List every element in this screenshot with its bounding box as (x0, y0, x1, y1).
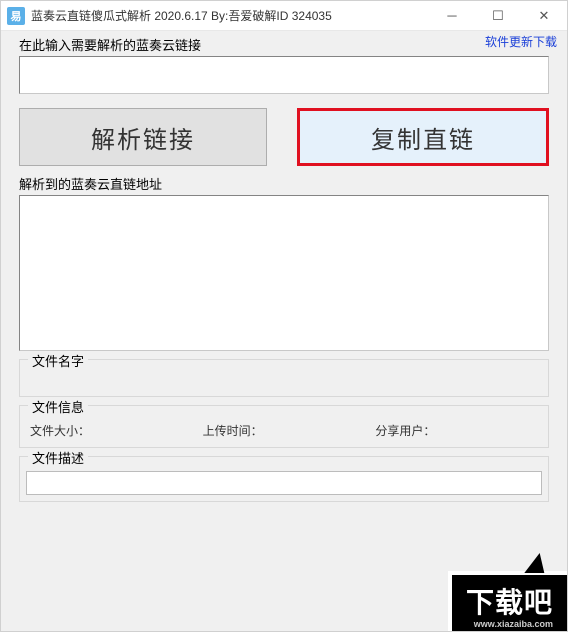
app-icon: 易 (7, 7, 25, 25)
maximize-button[interactable]: ☐ (475, 1, 521, 30)
watermark-arrow-icon (524, 553, 549, 573)
fileinfo-row: 文件大小： 上传时间： 分享用户： (30, 422, 538, 439)
input-url-box (19, 56, 549, 94)
button-row: 解析链接 复制直链 (19, 108, 549, 166)
watermark-text: 下载吧 (466, 587, 553, 618)
share-user-label: 分享用户： (375, 424, 435, 438)
client-area: 软件更新下载 在此输入需要解析的蓝奏云链接 解析链接 复制直链 解析到的蓝奏云直… (1, 31, 567, 631)
file-size: 文件大小： (30, 422, 193, 439)
filedesc-box (26, 471, 542, 495)
copy-button[interactable]: 复制直链 (297, 108, 549, 166)
filedesc-group-title: 文件描述 (28, 448, 88, 467)
close-button[interactable]: ✕ (521, 1, 567, 30)
result-addr-box (19, 195, 549, 351)
update-link[interactable]: 软件更新下载 (485, 33, 557, 50)
upload-time-label: 上传时间： (203, 424, 263, 438)
file-size-label: 文件大小： (30, 424, 90, 438)
share-user: 分享用户： (375, 422, 538, 439)
parse-button[interactable]: 解析链接 (19, 108, 267, 166)
watermark: 下载吧 www.xiazaiba.com (448, 571, 567, 631)
window-controls: ─ ☐ ✕ (429, 1, 567, 30)
window-title: 蓝奏云直链傻瓜式解析 2020.6.17 By:吾爱破解ID 324035 (31, 7, 429, 24)
fileinfo-group: 文件信息 文件大小： 上传时间： 分享用户： (19, 405, 549, 448)
filename-group: 文件名字 (19, 359, 549, 397)
result-addr-label: 解析到的蓝奏云直链地址 (19, 174, 567, 193)
filedesc-group: 文件描述 (19, 456, 549, 502)
result-addr-field[interactable] (20, 196, 548, 350)
filedesc-field[interactable] (27, 472, 541, 494)
filename-group-title: 文件名字 (28, 351, 88, 370)
titlebar: 易 蓝奏云直链傻瓜式解析 2020.6.17 By:吾爱破解ID 324035 … (1, 1, 567, 31)
fileinfo-group-title: 文件信息 (28, 397, 88, 416)
watermark-box: 下载吧 www.xiazaiba.com (448, 571, 567, 631)
watermark-url: www.xiazaiba.com (466, 619, 553, 629)
input-url-field[interactable] (20, 57, 548, 93)
app-window: 易 蓝奏云直链傻瓜式解析 2020.6.17 By:吾爱破解ID 324035 … (0, 0, 568, 632)
upload-time: 上传时间： (203, 422, 366, 439)
minimize-button[interactable]: ─ (429, 1, 475, 30)
